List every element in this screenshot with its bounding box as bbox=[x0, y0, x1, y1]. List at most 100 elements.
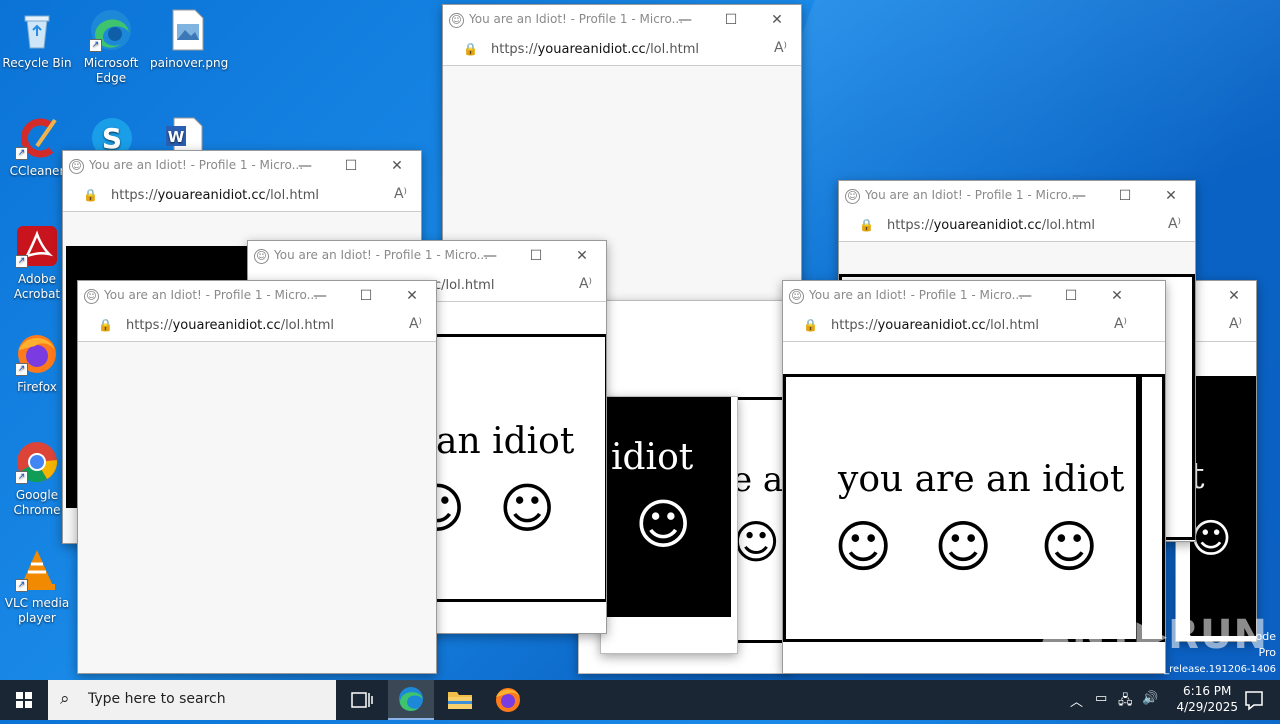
site-favicon-icon: ☺ bbox=[845, 189, 860, 204]
maximize-icon[interactable]: ☐ bbox=[1051, 285, 1091, 307]
search-icon: ⌕ bbox=[60, 689, 70, 709]
url-text: https://youareanidiot.cc/lol.html bbox=[831, 318, 1039, 333]
close-icon[interactable]: ✕ bbox=[1097, 285, 1137, 307]
minimize-icon[interactable]: — bbox=[285, 155, 325, 177]
url-text: https://youareanidiot.cc/lol.html bbox=[491, 42, 699, 57]
url-text: https://youareanidiot.cc/lol.html bbox=[887, 218, 1095, 233]
read-aloud-icon[interactable]: A⁾ bbox=[409, 316, 422, 332]
window-titlebar[interactable]: ☺ You are an Idiot! - Profile 1 - Micro.… bbox=[63, 151, 421, 181]
taskbar-edge-button[interactable] bbox=[388, 680, 434, 720]
minimize-icon[interactable]: — bbox=[300, 285, 340, 307]
window-titlebar[interactable]: ☺ You are an Idiot! - Profile 1 - Micro.… bbox=[839, 181, 1195, 211]
shortcut-arrow-icon: ↗ bbox=[15, 255, 28, 268]
show-hidden-icons-chevron-icon[interactable]: ︿ bbox=[1070, 691, 1083, 710]
read-aloud-icon[interactable]: A⁾ bbox=[1114, 316, 1127, 332]
build-text-1: ode bbox=[1255, 630, 1276, 643]
browser-window-black[interactable]: idiot ☺ bbox=[600, 396, 738, 654]
recycle-bin-icon bbox=[15, 8, 59, 52]
battery-icon[interactable]: ▭ bbox=[1095, 691, 1107, 706]
idiot-message: e a bbox=[732, 460, 784, 500]
desktop-icon-label: Recycle Bin bbox=[2, 56, 72, 70]
window-title: You are an Idiot! - Profile 1 - Micro... bbox=[274, 248, 489, 262]
read-aloud-icon[interactable]: A⁾ bbox=[579, 276, 592, 292]
browser-window-front-left[interactable]: ☺ You are an Idiot! - Profile 1 - Micro.… bbox=[77, 280, 437, 674]
site-favicon-icon: ☺ bbox=[69, 159, 84, 174]
shortcut-arrow-icon: ↗ bbox=[15, 363, 28, 376]
desktop-icon-edge[interactable]: ↗ Microsoft Edge bbox=[74, 8, 148, 86]
close-icon[interactable]: ✕ bbox=[1214, 285, 1254, 307]
taskbar-clock[interactable]: 6:16 PM 4/29/2025 bbox=[1176, 683, 1238, 715]
chrome-icon: ↗ bbox=[15, 440, 59, 484]
close-icon[interactable]: ✕ bbox=[757, 9, 797, 31]
idiot-message: you are an idiot bbox=[838, 459, 1125, 500]
firefox-icon bbox=[496, 688, 520, 712]
address-bar[interactable]: 🔒 https://youareanidiot.cc/lol.html A⁾ bbox=[443, 35, 801, 66]
acrobat-icon: ↗ bbox=[15, 224, 59, 268]
desktop-icon-label: CCleaner bbox=[9, 164, 65, 178]
smiley-icon: ☺ bbox=[1190, 516, 1232, 562]
address-bar[interactable]: 🔒 https://youareanidiot.cc/lol.html A⁾ bbox=[78, 311, 436, 342]
address-bar[interactable]: 🔒 https://youareanidiot.cc/lol.html A⁾ bbox=[63, 181, 421, 212]
desktop-icon-painover[interactable]: painover.png bbox=[150, 8, 228, 71]
close-icon[interactable]: ✕ bbox=[377, 155, 417, 177]
anyrun-watermark: ANY▶RUN bbox=[1040, 612, 1268, 658]
address-bar[interactable]: 🔒 https://youareanidiot.cc/lol.html A⁾ bbox=[839, 211, 1195, 242]
desktop-icon-recycle-bin[interactable]: Recycle Bin bbox=[0, 8, 74, 71]
taskbar-firefox-button[interactable] bbox=[486, 680, 530, 720]
taskbar-explorer-button[interactable] bbox=[438, 680, 482, 720]
lock-icon: 🔒 bbox=[803, 318, 818, 332]
close-icon[interactable]: ✕ bbox=[392, 285, 432, 307]
url-text: c/lol.html bbox=[434, 278, 495, 293]
minimize-icon[interactable]: — bbox=[470, 245, 510, 267]
site-favicon-icon: ☺ bbox=[84, 289, 99, 304]
url-text: https://youareanidiot.cc/lol.html bbox=[126, 318, 334, 333]
taskbar-search-box[interactable]: ⌕ Type here to search bbox=[48, 680, 336, 720]
read-aloud-icon[interactable]: A⁾ bbox=[394, 186, 407, 202]
maximize-icon[interactable]: ☐ bbox=[711, 9, 751, 31]
build-text-3: Build 19041.vb_release.191206-1406 bbox=[1088, 664, 1276, 675]
window-titlebar[interactable]: ☺ You are an Idiot! - Profile 1 - Micro.… bbox=[248, 241, 606, 271]
desktop-icon-label: VLC media player bbox=[4, 596, 70, 625]
idiot-panel-black: t ☺ bbox=[1190, 376, 1256, 636]
close-icon[interactable]: ✕ bbox=[562, 245, 602, 267]
close-icon[interactable]: ✕ bbox=[1151, 185, 1191, 207]
notifications-button[interactable] bbox=[1234, 680, 1274, 720]
smiley-icon: ☺ bbox=[834, 515, 893, 580]
read-aloud-icon[interactable]: A⁾ bbox=[774, 40, 787, 56]
desktop-icon-label: Firefox bbox=[17, 380, 57, 394]
edge-icon: ↗ bbox=[89, 8, 133, 52]
task-view-button[interactable] bbox=[340, 680, 382, 720]
idiot-message: idiot bbox=[611, 437, 694, 478]
window-titlebar[interactable]: ☺ You are an Idiot! - Profile 1 - Micro.… bbox=[78, 281, 436, 311]
search-placeholder: Type here to search bbox=[88, 691, 226, 707]
volume-icon[interactable]: 🔊 bbox=[1142, 691, 1158, 706]
desktop-icon-vlc[interactable]: ↗ VLC media player bbox=[0, 548, 74, 626]
build-text-2: Pro bbox=[1258, 646, 1276, 659]
window-titlebar[interactable]: ☺ You are an Idiot! - Profile 1 - Micro.… bbox=[443, 5, 801, 35]
start-button[interactable] bbox=[0, 680, 48, 720]
desktop: Recycle Bin ↗ Microsoft Edge painover.pn… bbox=[0, 0, 1280, 680]
lock-icon: 🔒 bbox=[98, 318, 113, 332]
desktop-icon-label: Adobe Acrobat bbox=[13, 272, 61, 301]
minimize-icon[interactable]: — bbox=[665, 9, 705, 31]
maximize-icon[interactable]: ☐ bbox=[1105, 185, 1145, 207]
read-aloud-icon[interactable]: A⁾ bbox=[1168, 216, 1181, 232]
firefox-icon: ↗ bbox=[15, 332, 59, 376]
minimize-icon[interactable]: — bbox=[1005, 285, 1045, 307]
maximize-icon[interactable]: ☐ bbox=[516, 245, 556, 267]
desktop-icon-label: Google Chrome bbox=[13, 488, 61, 517]
network-icon[interactable]: 🖧 bbox=[1118, 691, 1133, 713]
notification-icon bbox=[1245, 691, 1263, 711]
smiley-icon: ☺ bbox=[635, 493, 692, 556]
idiot-panel-edge bbox=[1139, 374, 1165, 642]
shortcut-arrow-icon: ↗ bbox=[15, 579, 28, 592]
address-bar[interactable]: 🔒 https://youareanidiot.cc/lol.html A⁾ bbox=[783, 311, 1165, 342]
maximize-icon[interactable]: ☐ bbox=[346, 285, 386, 307]
site-favicon-icon: ☺ bbox=[254, 249, 269, 264]
read-aloud-icon[interactable]: A⁾ bbox=[1229, 316, 1242, 332]
minimize-icon[interactable]: — bbox=[1059, 185, 1099, 207]
window-titlebar[interactable]: ☺ You are an Idiot! - Profile 1 - Micro.… bbox=[783, 281, 1165, 311]
window-title: You are an Idiot! - Profile 1 - Micro... bbox=[865, 188, 1080, 202]
shortcut-arrow-icon: ↗ bbox=[15, 471, 28, 484]
maximize-icon[interactable]: ☐ bbox=[331, 155, 371, 177]
